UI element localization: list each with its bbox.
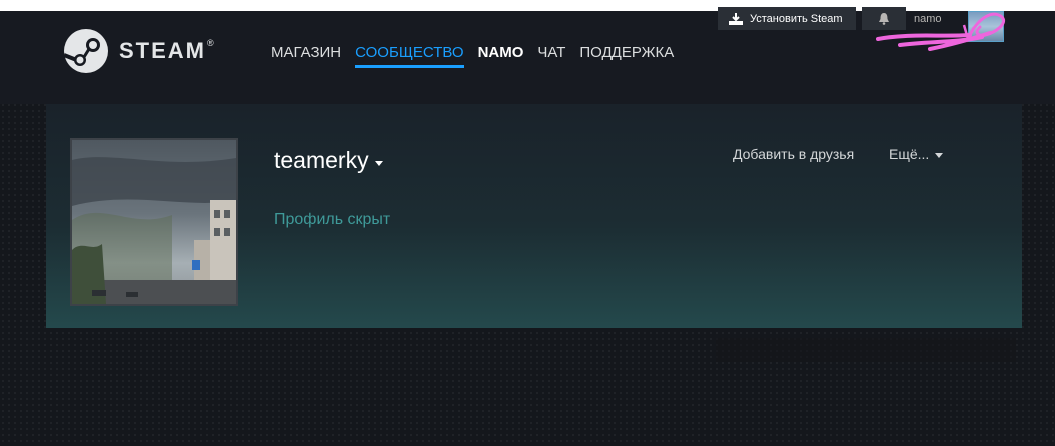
logo-trademark: ® bbox=[207, 38, 216, 48]
nav-support[interactable]: ПОДДЕРЖКА bbox=[579, 44, 674, 68]
logo-text: STEAM bbox=[119, 38, 206, 63]
more-actions-button[interactable]: Ещё... bbox=[889, 146, 944, 162]
persona-name: teamerky bbox=[274, 147, 369, 173]
main-nav: МАГАЗИН СООБЩЕСТВО NAMO ЧАТ ПОДДЕРЖКА bbox=[271, 44, 674, 68]
add-friend-button[interactable]: Добавить в друзья bbox=[733, 146, 854, 162]
steam-logo[interactable]: STEAM® bbox=[63, 28, 216, 74]
nav-store[interactable]: МАГАЗИН bbox=[271, 44, 341, 68]
chevron-down-icon bbox=[374, 161, 383, 166]
install-steam-button[interactable]: Установить Steam bbox=[718, 7, 856, 30]
avatar-photo bbox=[72, 140, 236, 304]
global-header: STEAM® МАГАЗИН СООБЩЕСТВО NAMO ЧАТ ПОДДЕ… bbox=[0, 7, 1055, 104]
account-menu-name[interactable]: namo bbox=[914, 13, 942, 25]
nav-chat[interactable]: ЧАТ bbox=[537, 44, 565, 68]
steam-logo-icon bbox=[63, 29, 108, 73]
download-icon bbox=[729, 12, 743, 25]
content-shadow bbox=[716, 338, 1016, 362]
bell-icon bbox=[879, 13, 889, 25]
notifications-button[interactable] bbox=[862, 7, 906, 30]
nav-profile[interactable]: NAMO bbox=[478, 44, 524, 68]
more-actions-label: Ещё... bbox=[889, 146, 930, 162]
nav-community[interactable]: СООБЩЕСТВО bbox=[355, 44, 464, 68]
install-steam-label: Установить Steam bbox=[750, 12, 843, 25]
profile-avatar bbox=[70, 138, 238, 306]
account-avatar[interactable] bbox=[968, 11, 1004, 42]
private-profile-text: Профиль скрыт bbox=[274, 211, 391, 228]
profile-header: teamerky Профиль скрыт Добавить в друзья… bbox=[46, 104, 1022, 328]
chevron-down-icon bbox=[935, 152, 944, 158]
persona-name-dropdown[interactable]: teamerky bbox=[274, 147, 383, 174]
